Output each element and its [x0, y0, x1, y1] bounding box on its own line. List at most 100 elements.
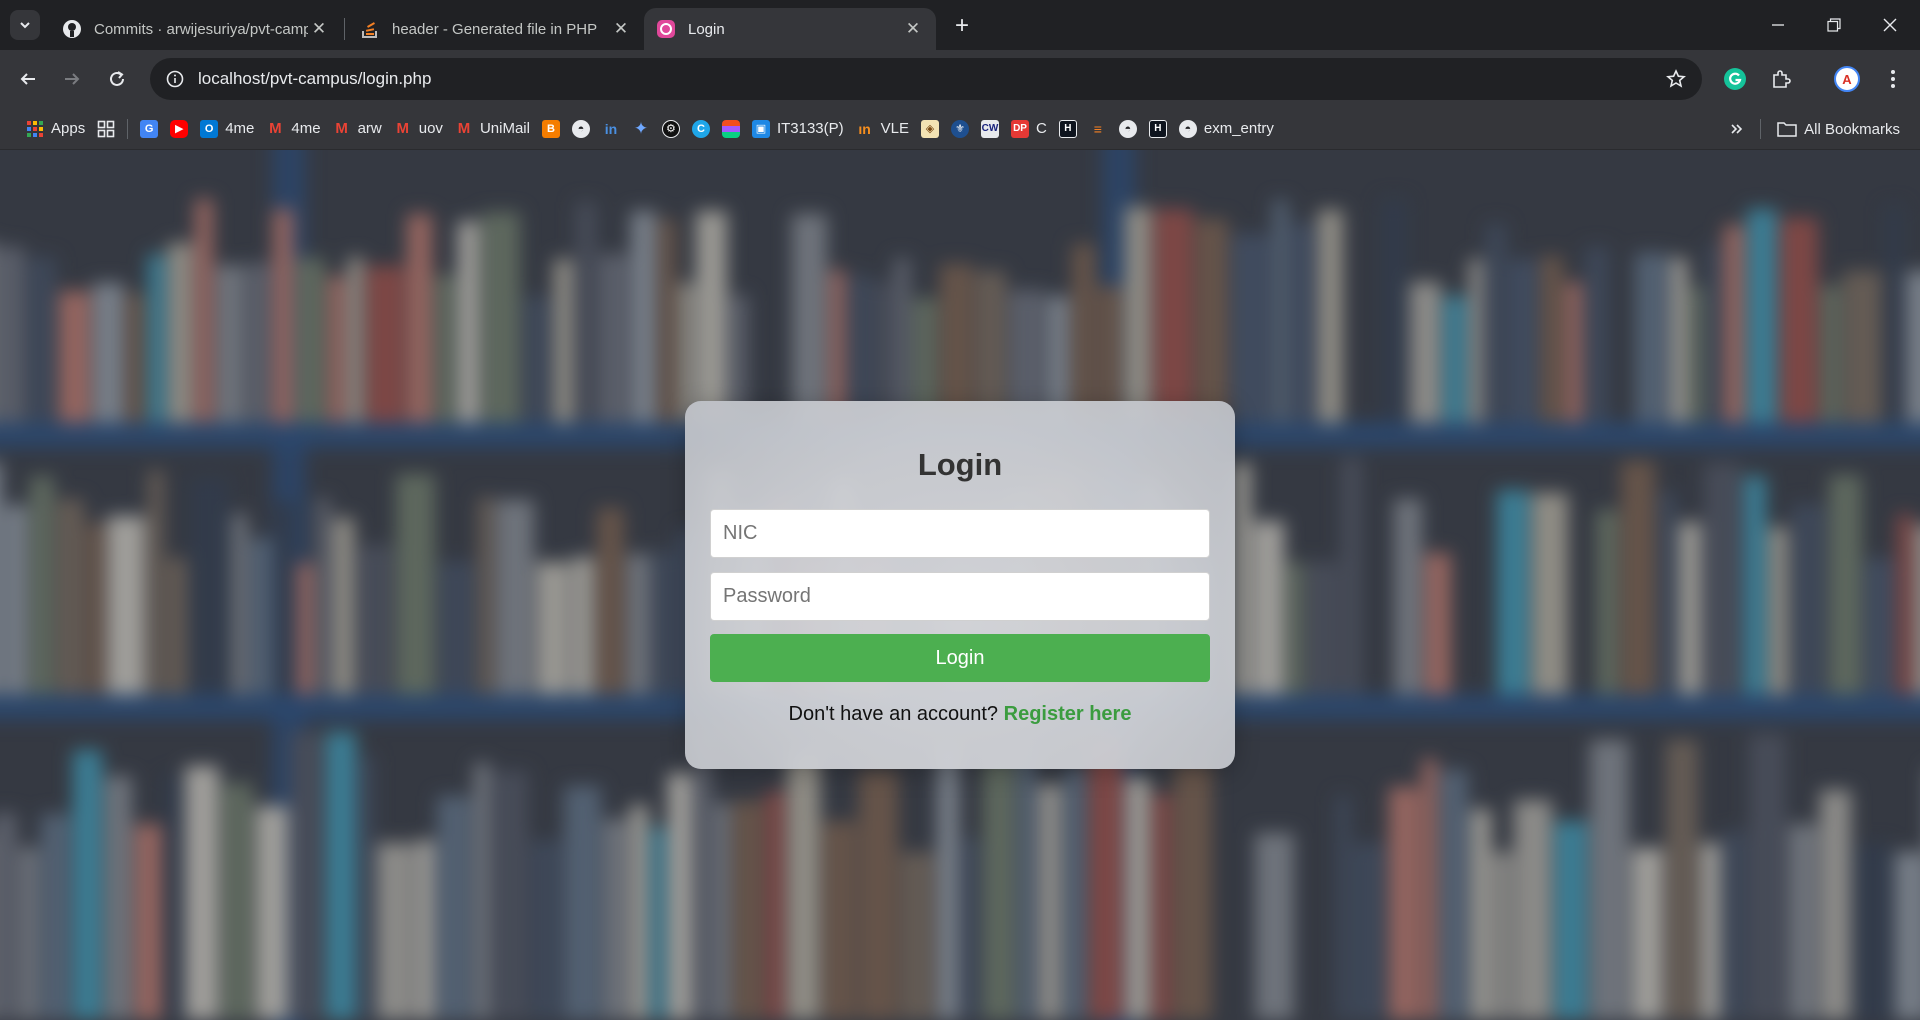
register-prompt: Don't have an account? Register here: [685, 703, 1235, 726]
chatgpt-icon: ⚙: [661, 119, 680, 138]
svg-text:A: A: [1842, 72, 1852, 87]
back-button[interactable]: [12, 63, 44, 95]
bookmark-grid[interactable]: [91, 114, 121, 144]
bookmark-github-2[interactable]: ◓: [1113, 114, 1143, 144]
hackerrank-icon: H: [1148, 119, 1167, 138]
grammarly-extension-button[interactable]: [1719, 63, 1751, 95]
grammarly-icon: [1724, 68, 1746, 90]
bookmark-star-icon[interactable]: [1656, 59, 1696, 99]
bookmark-stackoverflow[interactable]: ≡: [1083, 114, 1113, 144]
gemini-icon: ✦: [633, 118, 649, 138]
bookmark-github-exm-entry[interactable]: ◓ exm_entry: [1173, 114, 1280, 144]
stackoverflow-icon: ≡: [1093, 120, 1102, 137]
restore-button[interactable]: [1806, 0, 1862, 50]
bookmark-youtube[interactable]: ▶: [164, 114, 194, 144]
figma-icon: [721, 119, 740, 138]
tab-divider: [344, 18, 345, 40]
outlook-icon: O: [200, 119, 219, 138]
login-button[interactable]: Login: [710, 634, 1210, 682]
bookmark-classroom-it3133[interactable]: ▣ IT3133(P): [746, 114, 850, 144]
extensions-button[interactable]: [1765, 63, 1797, 95]
bookmark-crest[interactable]: ◈: [915, 114, 945, 144]
bookmarks-overflow-button[interactable]: [1724, 114, 1750, 144]
bookmark-cw[interactable]: CW: [975, 114, 1005, 144]
bookmark-label: C: [1036, 120, 1047, 137]
arrow-left-icon: [20, 73, 35, 85]
bookmark-gmail-uov[interactable]: Muov: [388, 114, 449, 144]
bookmark-label: IT3133(P): [776, 120, 844, 137]
nic-input[interactable]: [710, 509, 1210, 558]
blogger-icon: B: [541, 119, 560, 138]
bookmark-canva[interactable]: C: [686, 114, 716, 144]
minimize-button[interactable]: [1750, 0, 1806, 50]
tab-commits[interactable]: Commits · arwijesuriya/pvt-campus ✕: [50, 8, 342, 50]
bookmark-hackerrank[interactable]: H: [1053, 114, 1083, 144]
reload-icon: [110, 71, 124, 86]
bookmark-gmail-unimail[interactable]: M UniMail: [449, 114, 536, 144]
new-tab-button[interactable]: +: [948, 12, 976, 40]
bookmark-github[interactable]: ◓: [566, 114, 596, 144]
bookmark-hackerrank-2[interactable]: H: [1143, 114, 1173, 144]
minimize-icon: [1772, 24, 1784, 26]
tab-header-php[interactable]: header - Generated file in PHP ✕: [348, 8, 644, 50]
puzzle-icon: [1773, 70, 1791, 88]
gmail-icon: M: [335, 120, 348, 137]
tab-login-active[interactable]: Login ✕: [644, 8, 936, 50]
reload-button[interactable]: [101, 63, 133, 95]
more-vertical-icon: [1891, 70, 1895, 88]
bookmark-label: arw: [357, 120, 382, 137]
bookmark-label: Apps: [51, 120, 86, 137]
gmail-icon: M: [396, 120, 410, 137]
folder-icon: [1777, 122, 1797, 137]
bookmark-label: uov: [418, 120, 443, 137]
profile-avatar[interactable]: A: [1831, 63, 1863, 95]
bookmark-gmail-arw[interactable]: Marw: [327, 114, 388, 144]
gmail-icon: M: [457, 120, 471, 137]
register-link[interactable]: Register here: [1004, 703, 1132, 725]
youtube-icon: ▶: [170, 119, 189, 138]
register-prompt-text: Don't have an account?: [788, 703, 999, 725]
bookmark-crest2[interactable]: ⚜: [945, 114, 975, 144]
bookmarks-right: All Bookmarks: [1724, 114, 1906, 144]
bookmark-label: UniMail: [479, 120, 530, 137]
tab-search-button[interactable]: [10, 10, 40, 40]
dp-icon: DP: [1011, 119, 1030, 138]
github-icon: ◓: [1178, 119, 1197, 138]
grid-icon: [97, 120, 115, 138]
bookmark-gemini[interactable]: ✦: [626, 114, 656, 144]
github-icon: ◓: [571, 119, 590, 138]
bookmark-blogger[interactable]: B: [536, 114, 566, 144]
login-title: Login: [917, 447, 1003, 482]
bookmark-chatgpt[interactable]: ⚙: [656, 114, 686, 144]
forward-button[interactable]: [56, 63, 88, 95]
github-icon: [62, 19, 82, 39]
bookmark-apps[interactable]: Apps: [20, 114, 91, 144]
bookmark-figma[interactable]: [716, 114, 746, 144]
bookmark-vle[interactable]: ın VLE: [850, 114, 915, 144]
close-icon[interactable]: ✕: [610, 18, 632, 40]
close-icon[interactable]: ✕: [308, 18, 330, 40]
hackerrank-icon: H: [1058, 119, 1077, 138]
bookmark-gmail-4me[interactable]: M 4me: [260, 114, 326, 144]
classroom-icon: ▣: [751, 119, 770, 138]
bookmark-google-translate[interactable]: G: [134, 114, 164, 144]
tab-title: header - Generated file in PHP: [392, 20, 598, 38]
stackoverflow-icon: [360, 19, 380, 39]
all-bookmarks-button[interactable]: All Bookmarks: [1771, 114, 1906, 144]
tab-title: Login: [688, 20, 725, 38]
double-chevron-right-icon: [1731, 124, 1743, 134]
github-icon: ◓: [1118, 119, 1137, 138]
close-icon: [1883, 18, 1897, 32]
password-input[interactable]: [710, 572, 1210, 621]
bookmark-linkedin[interactable]: in: [596, 114, 626, 144]
close-icon[interactable]: ✕: [902, 18, 924, 40]
bookmark-dp-c[interactable]: DP C: [1005, 114, 1053, 144]
vle-icon: ın: [858, 120, 871, 137]
browser-menu-button[interactable]: [1877, 63, 1909, 95]
site-info-icon[interactable]: [154, 58, 196, 100]
url-text[interactable]: localhost/pvt-campus/login.php: [198, 69, 1656, 89]
bookmark-outlook-4me[interactable]: O 4me: [194, 114, 260, 144]
address-bar[interactable]: localhost/pvt-campus/login.php: [150, 58, 1702, 100]
close-window-button[interactable]: [1862, 0, 1918, 50]
browser-toolbar: localhost/pvt-campus/login.php A: [0, 50, 1920, 108]
